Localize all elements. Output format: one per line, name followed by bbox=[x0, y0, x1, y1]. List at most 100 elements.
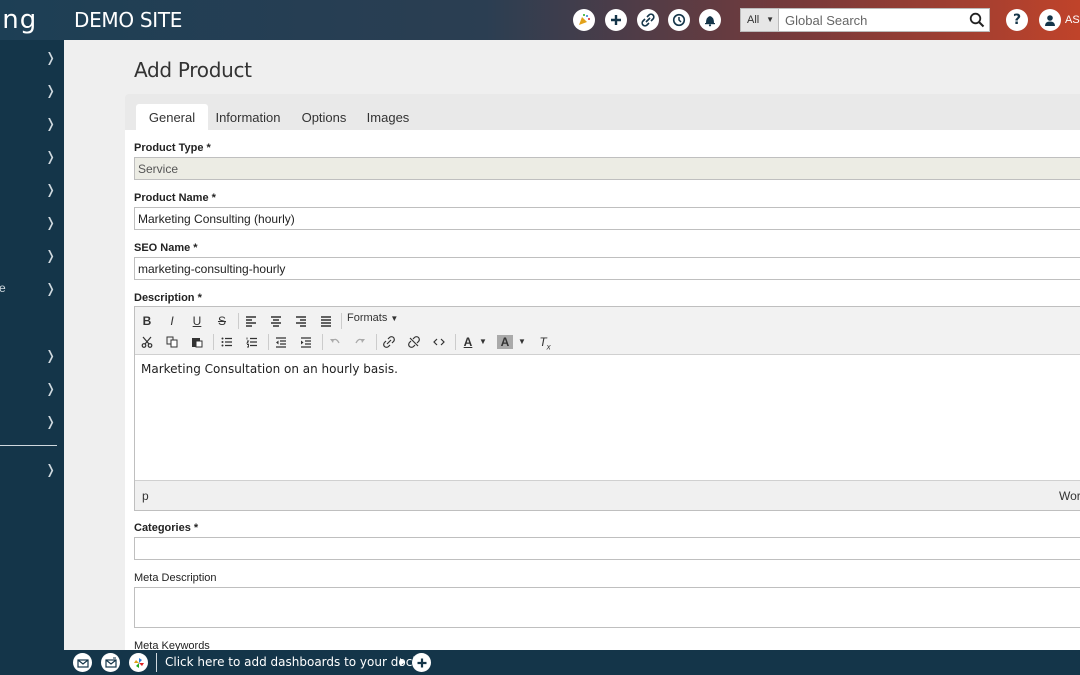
search-input[interactable] bbox=[785, 9, 965, 31]
background-color-button[interactable]: A bbox=[497, 335, 513, 349]
sidebar-footer bbox=[0, 650, 64, 675]
numbered-list-button[interactable] bbox=[242, 333, 262, 351]
outdent-icon bbox=[276, 337, 286, 348]
chevron-right-icon: ❭ bbox=[45, 116, 56, 131]
add-dashboard-link[interactable]: Click here to add dashboards to your doc… bbox=[165, 650, 419, 675]
strikethrough-button[interactable]: S bbox=[212, 312, 232, 330]
sidebar-item[interactable]: ❭ bbox=[0, 342, 64, 370]
background-color-caret-icon[interactable]: ▼ bbox=[516, 333, 528, 351]
outdent-button[interactable] bbox=[271, 333, 291, 351]
tab-general[interactable]: General bbox=[136, 104, 208, 131]
product-name-label: Product Name * bbox=[134, 192, 216, 204]
toolbar-separator bbox=[268, 334, 269, 350]
justify-button[interactable] bbox=[316, 312, 336, 330]
dock-add-icon[interactable] bbox=[412, 653, 431, 672]
undo-icon bbox=[330, 338, 340, 344]
tab-information[interactable]: Information bbox=[210, 104, 286, 131]
chevron-right-icon: ❭ bbox=[45, 182, 56, 197]
bullet-list-button[interactable] bbox=[217, 333, 237, 351]
chevron-right-icon: ❭ bbox=[45, 414, 56, 429]
sidebar-item[interactable]: ❭ bbox=[0, 456, 64, 484]
sidebar-item[interactable]: ❭ bbox=[0, 209, 64, 237]
user-name[interactable]: AS bbox=[1065, 0, 1080, 40]
pinwheel-icon[interactable] bbox=[129, 653, 148, 672]
editor-content[interactable]: Marketing Consultation on an hourly basi… bbox=[141, 362, 398, 376]
sidebar-item[interactable]: ❭ bbox=[0, 110, 64, 138]
description-editor: B I U S Formats ▼ A ▼ A ▼ Tx Marketing C… bbox=[134, 306, 1080, 511]
align-left-button[interactable] bbox=[241, 312, 261, 330]
question-icon[interactable]: ? bbox=[1006, 9, 1028, 31]
unlink-icon bbox=[408, 336, 420, 348]
undo-button[interactable] bbox=[325, 333, 345, 351]
product-type-field[interactable] bbox=[134, 157, 1080, 180]
product-name-field[interactable] bbox=[134, 207, 1080, 230]
sidebar-item[interactable]: e ❭ bbox=[0, 275, 64, 303]
sidebar-item[interactable]: ❭ bbox=[0, 77, 64, 105]
tab-options[interactable]: Options bbox=[296, 104, 352, 131]
caret-down-icon: ▼ bbox=[766, 15, 774, 24]
sidebar: ❭ ❭ ❭ ❭ ❭ ❭ ❭ e ❭ ❭ ❭ ❭ ❭ bbox=[0, 40, 64, 650]
underline-button[interactable]: U bbox=[187, 312, 207, 330]
clear-formatting-button[interactable]: Tx bbox=[535, 333, 555, 351]
party-icon[interactable] bbox=[573, 9, 595, 31]
search-icon[interactable] bbox=[969, 12, 985, 28]
toolbar-separator bbox=[322, 334, 323, 350]
indent-icon bbox=[301, 337, 311, 348]
sidebar-item[interactable]: ❭ bbox=[0, 143, 64, 171]
user-icon[interactable] bbox=[1039, 9, 1061, 31]
app-logo[interactable]: ing bbox=[0, 4, 64, 36]
sidebar-item[interactable]: ❭ bbox=[0, 176, 64, 204]
scissors-icon bbox=[141, 336, 153, 348]
insert-link-button[interactable] bbox=[379, 333, 399, 351]
link-icon[interactable] bbox=[637, 9, 659, 31]
align-right-button[interactable] bbox=[291, 312, 311, 330]
mail-icon[interactable] bbox=[73, 653, 92, 672]
meta-description-field[interactable] bbox=[134, 587, 1080, 628]
categories-label: Categories * bbox=[134, 522, 199, 534]
copy-button[interactable] bbox=[162, 333, 182, 351]
dock-bar: Click here to add dashboards to your doc… bbox=[64, 650, 1080, 675]
meta-description-label: Meta Description bbox=[134, 572, 217, 584]
chevron-right-icon: ❭ bbox=[45, 281, 56, 296]
toolbar-separator bbox=[213, 334, 214, 350]
text-color-button[interactable]: A bbox=[458, 333, 478, 351]
formats-dropdown[interactable]: Formats ▼ bbox=[347, 312, 398, 324]
bold-button[interactable]: B bbox=[137, 312, 157, 330]
sidebar-item[interactable]: ❭ bbox=[0, 408, 64, 436]
chevron-right-icon: ❭ bbox=[45, 462, 56, 477]
search-scope-select[interactable]: All ▼ bbox=[741, 9, 779, 31]
sidebar-item[interactable]: ❭ bbox=[0, 242, 64, 270]
mail-list-icon[interactable] bbox=[101, 653, 120, 672]
dock-separator bbox=[156, 653, 157, 672]
toolbar-separator bbox=[455, 334, 456, 350]
sidebar-item[interactable]: ❭ bbox=[0, 375, 64, 403]
sidebar-item[interactable]: ❭ bbox=[0, 44, 64, 72]
text-color-caret-icon[interactable]: ▼ bbox=[477, 333, 489, 351]
sidebar-divider bbox=[0, 445, 57, 446]
indent-button[interactable] bbox=[296, 333, 316, 351]
history-icon[interactable] bbox=[668, 9, 690, 31]
chevron-right-icon: ❭ bbox=[45, 248, 56, 263]
redo-button[interactable] bbox=[350, 333, 370, 351]
paste-button[interactable] bbox=[187, 333, 207, 351]
chevron-right-icon: ❭ bbox=[45, 149, 56, 164]
seo-name-label: SEO Name * bbox=[134, 242, 198, 254]
categories-field[interactable] bbox=[134, 537, 1080, 560]
bell-icon[interactable] bbox=[699, 9, 721, 31]
unlink-button[interactable] bbox=[404, 333, 424, 351]
cut-button[interactable] bbox=[137, 333, 157, 351]
source-code-button[interactable] bbox=[429, 333, 449, 351]
seo-name-field[interactable] bbox=[134, 257, 1080, 280]
italic-button[interactable]: I bbox=[162, 312, 182, 330]
element-path[interactable]: p bbox=[142, 489, 149, 503]
top-bar: ing DEMO SITE All▼ ? AS bbox=[0, 0, 1080, 40]
align-center-button[interactable] bbox=[266, 312, 286, 330]
chevron-right-icon: ❭ bbox=[45, 50, 56, 65]
caret-right-icon[interactable] bbox=[400, 658, 405, 666]
toolbar-separator bbox=[341, 313, 342, 329]
site-title: DEMO SITE bbox=[74, 8, 183, 32]
justify-icon bbox=[321, 316, 331, 327]
tab-images[interactable]: Images bbox=[362, 104, 414, 131]
plus-icon[interactable] bbox=[605, 9, 627, 31]
code-icon bbox=[433, 338, 445, 346]
